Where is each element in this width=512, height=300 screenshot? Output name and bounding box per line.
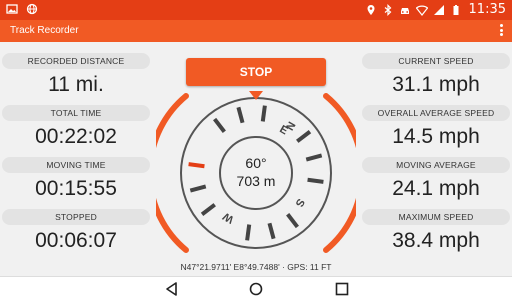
car-icon — [400, 7, 409, 14]
globe-icon — [26, 3, 38, 15]
stat-label: CURRENT SPEED — [362, 53, 510, 69]
stat-value: 24.1 mph — [392, 177, 480, 200]
navigation-bar — [0, 276, 512, 300]
stat-overall-average-speed: OVERALL AVERAGE SPEED 14.5 mph — [362, 105, 510, 149]
more-vert-icon[interactable] — [498, 24, 504, 38]
compass-north-tick — [188, 162, 205, 169]
bluetooth-icon — [384, 3, 391, 16]
compass-tick — [236, 106, 245, 124]
app-bar: Track Recorder — [0, 20, 512, 42]
stat-current-speed: CURRENT SPEED 31.1 mph — [362, 53, 510, 97]
location-icon — [367, 4, 375, 15]
compass-tick — [260, 105, 267, 122]
compass-widget: 60° 703 m N E S W — [156, 91, 356, 253]
battery-icon — [453, 4, 459, 15]
stat-value: 00:22:02 — [35, 125, 117, 148]
back-icon[interactable] — [164, 281, 180, 297]
compass-tick — [189, 184, 207, 193]
stat-recorded-distance: RECORDED DISTANCE 11 mi. — [2, 53, 150, 97]
status-bar: 11:35 — [0, 0, 512, 20]
stat-label: OVERALL AVERAGE SPEED — [362, 105, 510, 121]
compass-tick — [296, 130, 312, 143]
stat-label: MAXIMUM SPEED — [362, 209, 510, 225]
compass-tick — [305, 153, 323, 162]
stat-value: 11 mi. — [48, 73, 104, 96]
compass-altitude: 703 m — [237, 173, 276, 189]
compass-tick — [213, 117, 226, 133]
stat-label: MOVING AVERAGE — [362, 157, 510, 173]
stat-maximum-speed: MAXIMUM SPEED 38.4 mph — [362, 209, 510, 253]
stat-label: STOPPED — [2, 209, 150, 225]
compass-letter-s: S — [293, 196, 307, 208]
signal-icon — [433, 4, 444, 15]
compass-tick — [245, 224, 252, 241]
app-title: Track Recorder — [10, 25, 79, 36]
compass-tick — [200, 203, 216, 216]
stat-value: 38.4 mph — [392, 229, 480, 252]
screen: 11:35 Track Recorder RECORDED DISTANCE 1… — [0, 0, 512, 300]
stat-stopped: STOPPED 00:06:07 — [2, 209, 150, 253]
clock: 11:35 — [468, 2, 506, 17]
compass-letter-w: W — [220, 209, 236, 225]
stat-value: 14.5 mph — [392, 125, 480, 148]
stat-label: TOTAL TIME — [2, 105, 150, 121]
stop-button[interactable]: STOP — [186, 58, 326, 86]
compass-heading: 60° — [245, 155, 266, 171]
stat-value: 31.1 mph — [392, 73, 480, 96]
stat-moving-average: MOVING AVERAGE 24.1 mph — [362, 157, 510, 201]
stat-value: 00:15:55 — [35, 177, 117, 200]
stat-label: RECORDED DISTANCE — [2, 53, 150, 69]
stat-value: 00:06:07 — [35, 229, 117, 252]
gps-readout: N47°21.9711' E8°49.7488' · GPS: 11 FT — [180, 262, 332, 272]
compass-tick — [286, 213, 299, 229]
compass-tick — [267, 222, 276, 240]
recents-icon[interactable] — [334, 281, 350, 297]
stat-label: MOVING TIME — [2, 157, 150, 173]
home-icon[interactable] — [248, 281, 264, 297]
stat-moving-time: MOVING TIME 00:15:55 — [2, 157, 150, 201]
stat-total-time: TOTAL TIME 00:22:02 — [2, 105, 150, 149]
compass-letter-e: E — [277, 123, 289, 137]
wifi-icon — [415, 5, 428, 16]
image-icon — [6, 4, 18, 14]
compass-tick — [307, 177, 324, 184]
